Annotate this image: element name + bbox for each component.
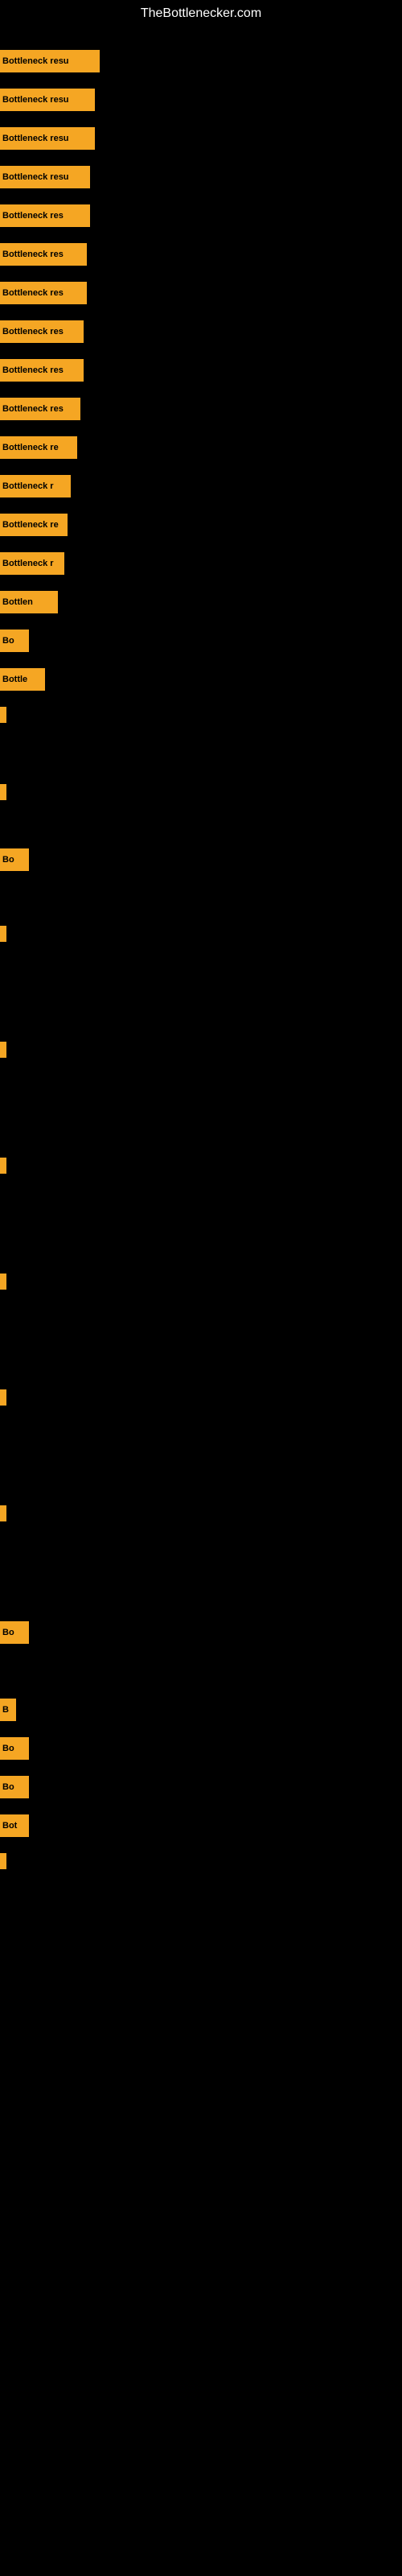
bar-label: Bottleneck res	[0, 250, 66, 259]
bar-label: Bottleneck resu	[0, 134, 72, 143]
bar-label: Bottlen	[0, 597, 35, 607]
bar-label: Bo	[0, 1628, 17, 1637]
bar-label: Bottleneck re	[0, 520, 61, 530]
bar-item: Bottleneck r	[0, 552, 64, 575]
bar-item	[0, 1505, 6, 1521]
bar-item: Bo	[0, 630, 29, 652]
bar-item	[0, 1158, 6, 1174]
bar-item: Bo	[0, 1737, 29, 1760]
bar-item: Bottleneck r	[0, 475, 71, 497]
bar-item	[0, 1274, 6, 1290]
bar-label: Bottleneck r	[0, 481, 56, 491]
bar-item: Bottle	[0, 668, 45, 691]
bar-label: Bo	[0, 1744, 17, 1753]
bar-item: Bo	[0, 848, 29, 871]
bar-item	[0, 1042, 6, 1058]
bar-item	[0, 707, 6, 723]
bar-label: Bottleneck res	[0, 365, 66, 375]
bar-item	[0, 1853, 6, 1869]
bar-label: Bo	[0, 855, 17, 865]
bar-item: B	[0, 1699, 16, 1721]
bar-item: Bottleneck res	[0, 359, 84, 382]
bar-item: Bottleneck resu	[0, 89, 95, 111]
bar-label: Bo	[0, 636, 17, 646]
bar-label: Bo	[0, 1782, 17, 1792]
bar-item: Bottleneck res	[0, 243, 87, 266]
bar-item: Bo	[0, 1776, 29, 1798]
bar-label: Bottleneck res	[0, 327, 66, 336]
bar-item	[0, 784, 6, 800]
bar-label: Bottle	[0, 675, 30, 684]
bar-item: Bottleneck res	[0, 398, 80, 420]
bar-label: Bottleneck r	[0, 559, 56, 568]
bar-item	[0, 926, 6, 942]
bar-item: Bottleneck resu	[0, 166, 90, 188]
bar-item: Bottleneck re	[0, 514, 68, 536]
bar-item: Bottlen	[0, 591, 58, 613]
bar-label: Bottleneck resu	[0, 172, 72, 182]
bar-label: B	[0, 1705, 11, 1715]
bar-item: Bottleneck res	[0, 204, 90, 227]
bar-item: Bottleneck resu	[0, 127, 95, 150]
bar-item: Bot	[0, 1814, 29, 1837]
bar-label: Bottleneck resu	[0, 95, 72, 105]
bar-item: Bottleneck re	[0, 436, 77, 459]
bar-label: Bottleneck res	[0, 211, 66, 221]
site-title: TheBottlenecker.com	[0, 0, 402, 27]
bar-label: Bottleneck re	[0, 443, 61, 452]
bar-label: Bot	[0, 1821, 19, 1831]
bar-item: Bottleneck res	[0, 320, 84, 343]
bar-label: Bottleneck resu	[0, 56, 72, 66]
bar-label: Bottleneck res	[0, 404, 66, 414]
bar-item: Bo	[0, 1621, 29, 1644]
bar-item: Bottleneck resu	[0, 50, 100, 72]
bar-item	[0, 1389, 6, 1406]
bar-item: Bottleneck res	[0, 282, 87, 304]
bar-label: Bottleneck res	[0, 288, 66, 298]
